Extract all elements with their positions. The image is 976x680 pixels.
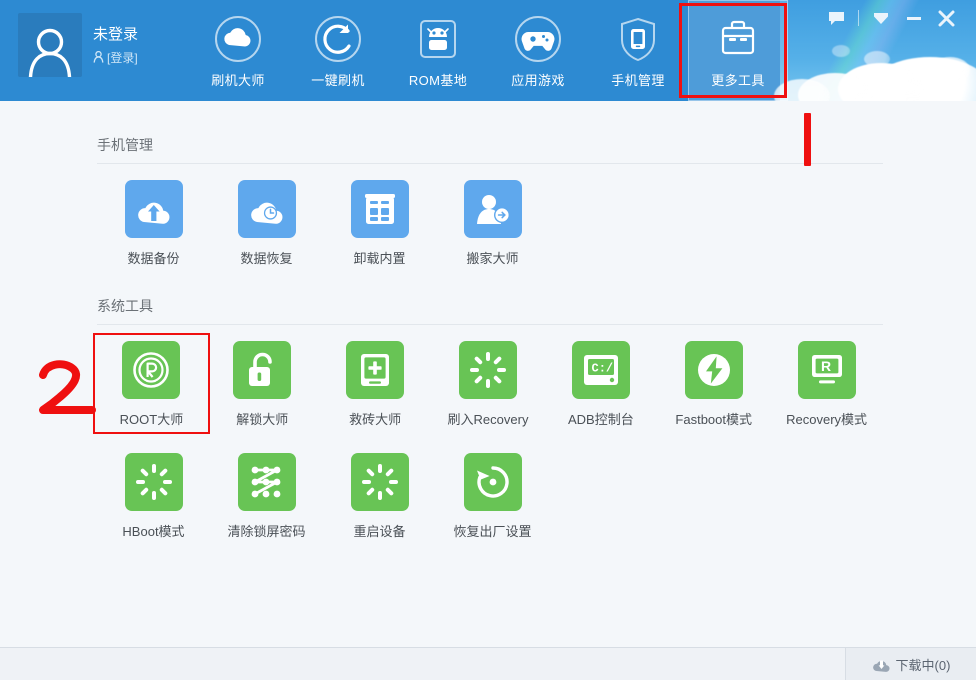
person-small-icon — [93, 51, 104, 63]
nav-item-apps-games[interactable]: 应用游戏 — [488, 0, 588, 101]
nav-item-rom-base[interactable]: ROM基地 — [388, 0, 488, 101]
tile-fastboot-mode[interactable]: Fastboot模式 — [657, 341, 770, 428]
nav-item-more-tools[interactable]: 更多工具 — [688, 0, 788, 101]
tile-migration-master[interactable]: 搬家大师 — [436, 180, 549, 267]
tile-label: Recovery模式 — [786, 412, 868, 427]
refresh-circle-icon — [314, 13, 362, 65]
tile-label: 重启设备 — [353, 524, 406, 539]
tile-label: 数据恢复 — [240, 251, 293, 266]
tile-data-restore[interactable]: 数据恢复 — [210, 180, 323, 267]
tile-label: 解锁大师 — [236, 412, 289, 427]
person-icon — [28, 28, 72, 77]
restore-circle-icon — [463, 453, 522, 511]
download-status-panel[interactable]: 下载中(0) — [845, 648, 976, 680]
tile-label: 数据备份 — [127, 251, 180, 266]
main-navigation: 刷机大师 一键刷机 ROM基地 应用游戏 手机管理 更多工具 — [188, 0, 788, 101]
unlock-padlock-icon — [233, 341, 292, 399]
tile-data-backup[interactable]: 数据备份 — [97, 180, 210, 267]
divider — [858, 10, 859, 26]
section-system-tools: 系统工具 ROOT大师 解锁大师 救砖大师 刷入Recovery C:/ ADB… — [93, 296, 883, 540]
shield-phone-icon — [614, 13, 662, 65]
nav-label: 手机管理 — [611, 73, 665, 88]
recovery-screen-icon: R — [797, 341, 856, 399]
tile-flash-recovery[interactable]: 刷入Recovery — [432, 341, 545, 428]
tile-reboot-device[interactable]: 重启设备 — [323, 453, 436, 540]
nav-item-flash-master[interactable]: 刷机大师 — [188, 0, 288, 101]
tile-label: 恢复出厂设置 — [453, 524, 532, 539]
application-window: 未登录 [登录] 刷机大师 一键刷机 ROM基地 应用游戏 手机管理 更多工具 … — [0, 0, 976, 680]
tile-label: 刷入Recovery — [447, 412, 529, 427]
svg-text:C:/: C:/ — [591, 362, 613, 376]
spinner-icon — [124, 453, 183, 511]
tile-recovery-mode[interactable]: R Recovery模式 — [770, 341, 883, 428]
download-label: 下载中(0) — [895, 657, 951, 673]
minimize-icon[interactable] — [897, 5, 930, 31]
toolbox-icon — [714, 13, 762, 65]
console-icon: C:/ — [571, 341, 630, 399]
phone-rescue-icon — [346, 341, 405, 399]
tile-label: 救砖大师 — [349, 412, 402, 427]
tile-label: 清除锁屏密码 — [227, 524, 306, 539]
nav-label: ROM基地 — [408, 73, 468, 88]
nav-label: 刷机大师 — [211, 73, 265, 88]
avatar[interactable] — [18, 13, 82, 77]
cloud-clock-icon — [237, 180, 296, 238]
cloud-circle-icon — [214, 13, 262, 65]
user-name: 未登录 — [93, 25, 139, 43]
user-block[interactable]: 未登录 [登录] — [18, 13, 138, 77]
lightning-circle-icon — [684, 341, 743, 399]
android-box-icon — [414, 13, 462, 65]
spinner-icon — [350, 453, 409, 511]
tile-adb-console[interactable]: C:/ ADB控制台 — [544, 341, 657, 428]
nav-label: 一键刷机 — [311, 73, 365, 88]
tile-brick-rescue[interactable]: 救砖大师 — [319, 341, 432, 428]
tile-grid-row1: ROOT大师 解锁大师 救砖大师 刷入Recovery C:/ ADB控制台 F… — [93, 333, 883, 434]
status-bar: 下载中(0) — [0, 647, 976, 680]
feedback-icon[interactable] — [820, 5, 853, 31]
tile-hboot-mode[interactable]: HBoot模式 — [97, 453, 210, 540]
nav-item-phone-manage[interactable]: 手机管理 — [588, 0, 688, 101]
app-header: 未登录 [登录] 刷机大师 一键刷机 ROM基地 应用游戏 手机管理 更多工具 — [0, 0, 976, 101]
spinner-icon — [459, 341, 517, 399]
tile-label: ROOT大师 — [119, 412, 184, 427]
section-title: 手机管理 — [97, 135, 883, 164]
nav-label: 更多工具 — [711, 73, 765, 88]
uninstall-apps-icon — [350, 180, 409, 238]
tile-unlock-master[interactable]: 解锁大师 — [206, 341, 319, 428]
tile-grid-row2: HBoot模式 清除锁屏密码 重启设备 恢复出厂设置 — [97, 453, 883, 540]
tile-label: ADB控制台 — [568, 412, 634, 427]
section-title: 系统工具 — [97, 296, 883, 325]
section-phone-manage: 手机管理 数据备份 数据恢复 卸载内置 搬家大师 — [97, 135, 883, 267]
tile-label: Fastboot模式 — [675, 412, 753, 427]
tile-root-master[interactable]: ROOT大师 — [93, 333, 210, 434]
tile-uninstall-builtin[interactable]: 卸载内置 — [323, 180, 436, 267]
tile-factory-reset[interactable]: 恢复出厂设置 — [436, 453, 549, 540]
root-circle-icon — [122, 341, 181, 399]
cloud-upload-icon — [124, 180, 183, 238]
pattern-lock-icon — [237, 453, 296, 511]
cloud-download-icon — [872, 660, 890, 672]
nav-label: 应用游戏 — [511, 73, 565, 88]
window-controls — [820, 5, 963, 31]
tile-label: 搬家大师 — [466, 251, 519, 266]
tile-label: HBoot模式 — [122, 524, 185, 539]
tile-grid: 数据备份 数据恢复 卸载内置 搬家大师 — [97, 180, 883, 267]
person-transfer-icon — [463, 180, 522, 238]
tile-label: 卸载内置 — [353, 251, 406, 266]
content-area: 手机管理 数据备份 数据恢复 卸载内置 搬家大师 系统工具 ROOT大师 解锁大… — [0, 101, 976, 647]
gamepad-circle-icon — [514, 13, 562, 65]
nav-item-one-key-flash[interactable]: 一键刷机 — [288, 0, 388, 101]
close-icon[interactable] — [930, 5, 963, 31]
tile-clear-lockscreen[interactable]: 清除锁屏密码 — [210, 453, 323, 540]
menu-icon[interactable] — [864, 5, 897, 31]
svg-text:R: R — [821, 358, 831, 374]
login-link[interactable]: [登录] — [107, 49, 138, 66]
